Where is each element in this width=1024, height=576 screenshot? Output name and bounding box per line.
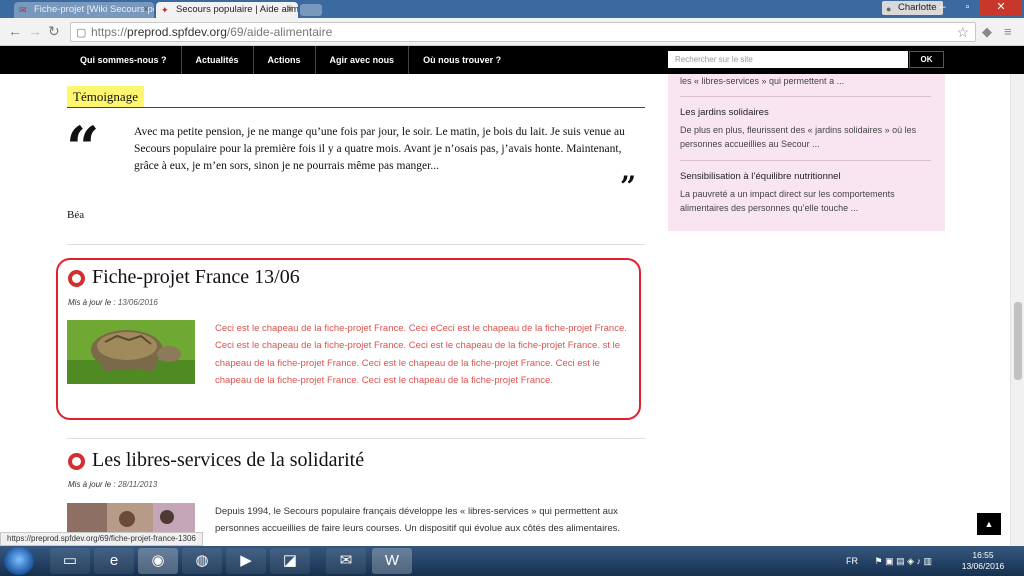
extension-icon[interactable]: ◆ <box>982 24 992 40</box>
tab-aide-alimentaire[interactable]: ✦ Secours populaire | Aide alimentaire × <box>156 2 298 18</box>
menu-item-qui-sommes-nous[interactable]: Qui sommes-nous ? <box>66 46 182 74</box>
tab-fiche-projet[interactable]: ✉ Fiche-projet [Wiki Secours populaire] … <box>14 2 154 18</box>
article-bullet-icon <box>68 453 85 470</box>
sidebar-item-title[interactable]: Les jardins solidaires <box>680 106 931 120</box>
address-bar: ← → ↻ ▢ https://preprod.spfdev.org/69/ai… <box>0 18 1024 46</box>
sidebar-item-nutrition[interactable]: Sensibilisation à l’équilibre nutritionn… <box>680 160 931 215</box>
outlook-icon[interactable]: ✉ <box>326 548 366 574</box>
menu-item-actions[interactable]: Actions <box>254 46 316 74</box>
testimony-divider <box>67 107 645 108</box>
article-date: Mis à jour le : 13/06/2016 <box>68 298 158 307</box>
open-quote-icon: “ <box>66 114 100 182</box>
system-tray: FR ⚑ ▣ ▤ ◈ ♪ ▥ <box>846 546 932 576</box>
main-menu: Qui sommes-nous ? Actualités Actions Agi… <box>66 46 515 74</box>
browser-tabstrip: ✉ Fiche-projet [Wiki Secours populaire] … <box>0 0 1024 18</box>
clock[interactable]: 16:55 13/06/2016 <box>958 550 1008 572</box>
sidebar-previous-desc: les « libres-services » qui permettent a… <box>680 76 845 86</box>
new-tab-button[interactable] <box>300 4 322 16</box>
sidebar-item-jardins[interactable]: Les jardins solidaires De plus en plus, … <box>680 96 931 151</box>
chrome-icon[interactable]: ◉ <box>138 548 178 574</box>
language-indicator[interactable]: FR <box>846 556 858 566</box>
sidebar-item-desc: De plus en plus, fleurissent des « jardi… <box>680 125 917 149</box>
bookmark-star-icon[interactable]: ☆ <box>956 23 969 41</box>
word-icon[interactable]: W <box>372 548 412 574</box>
article-date: Mis à jour le : 28/11/2013 <box>68 480 157 489</box>
date-value: 13/06/2016 <box>117 298 158 307</box>
url-host: preprod.spfdev.org <box>127 25 227 39</box>
reload-icon[interactable]: ↻ <box>48 23 60 40</box>
related-sidebar: les « libres-services » qui permettent a… <box>668 74 945 231</box>
search-ok-button[interactable]: OK <box>909 51 944 68</box>
maximize-icon[interactable]: ▫ <box>955 0 980 16</box>
menu-item-agir-avec-nous[interactable]: Agir avec nous <box>316 46 410 74</box>
clock-time: 16:55 <box>972 550 994 560</box>
article-bullet-icon <box>68 270 85 287</box>
window-controls: – ▫ ✕ <box>930 0 1022 16</box>
date-label: Mis à jour le : <box>68 480 116 489</box>
article-title[interactable]: Les libres-services de la solidarité <box>92 449 364 472</box>
forward-icon[interactable]: → <box>28 23 42 39</box>
windows-taskbar: ▭ e ◉ ◍ ▶ ◪ ✉ W FR ⚑ ▣ ▤ ◈ ♪ ▥ 16:55 13/… <box>0 546 1024 576</box>
firefox-icon[interactable]: ◍ <box>182 548 222 574</box>
date-value: 28/11/2013 <box>117 480 158 489</box>
skype-icon[interactable]: ◪ <box>270 548 310 574</box>
tortoise-thumbnail[interactable] <box>67 320 195 384</box>
media-player-icon[interactable]: ▶ <box>226 548 266 574</box>
url-prefix: https:// <box>91 25 128 39</box>
user-icon: ● <box>886 4 892 14</box>
testimony-author: Béa <box>67 209 85 221</box>
tortoise-image <box>67 320 195 384</box>
article-excerpt: Depuis 1994, le Secours populaire frança… <box>215 506 621 535</box>
sidebar-item-title[interactable]: Sensibilisation à l’équilibre nutritionn… <box>680 170 931 184</box>
divider <box>67 244 645 245</box>
tab-label: Secours populaire | Aide alimentaire <box>176 4 298 15</box>
tab-label: Fiche-projet [Wiki Secours populaire] <box>34 4 154 15</box>
page-scrollbar[interactable] <box>1010 74 1024 546</box>
back-icon[interactable]: ← <box>8 23 22 39</box>
article-excerpt: Ceci est le chapeau de la fiche-projet F… <box>215 323 627 386</box>
url-path: /69/aide-alimentaire <box>226 25 333 39</box>
page-info-icon[interactable]: ▢ <box>76 24 86 42</box>
close-quote-icon: ” <box>620 170 637 203</box>
testimony-label: Témoignage <box>67 86 144 107</box>
site-search-input[interactable] <box>668 51 908 68</box>
explorer-icon[interactable]: ▭ <box>50 548 90 574</box>
menu-item-ou-nous-trouver[interactable]: Où nous trouver ? <box>409 46 515 74</box>
close-window-icon[interactable]: ✕ <box>980 0 1022 16</box>
start-button[interactable] <box>4 547 34 575</box>
clock-date: 13/06/2016 <box>961 561 1005 571</box>
scrollbar-thumb[interactable] <box>1014 302 1022 380</box>
minimize-icon[interactable]: – <box>930 0 955 16</box>
testimony-text: Avec ma petite pension, je ne mange qu’u… <box>134 126 625 172</box>
tray-icons[interactable]: ⚑ ▣ ▤ ◈ ♪ ▥ <box>875 556 933 566</box>
close-tab-icon[interactable]: × <box>143 2 149 18</box>
site-navigation: Qui sommes-nous ? Actualités Actions Agi… <box>0 46 1024 74</box>
menu-item-actualites[interactable]: Actualités <box>182 46 254 74</box>
divider <box>67 438 645 439</box>
wiki-favicon-icon: ✉ <box>19 5 27 15</box>
ie-icon[interactable]: e <box>94 548 134 574</box>
spf-favicon-icon: ✦ <box>161 5 169 15</box>
menu-icon[interactable]: ≡ <box>1004 24 1012 39</box>
article-title[interactable]: Fiche-projet France 13/06 <box>92 266 300 289</box>
sidebar-item-desc: La pauvreté a un impact direct sur les c… <box>680 189 895 213</box>
back-to-top-button[interactable]: ▲ <box>977 513 1001 535</box>
url-field[interactable]: ▢ https://preprod.spfdev.org/69/aide-ali… <box>70 22 976 42</box>
link-status-bar: https://preprod.spfdev.org/69/fiche-proj… <box>0 532 203 546</box>
close-tab-icon[interactable]: × <box>287 2 293 18</box>
date-label: Mis à jour le : <box>68 298 116 307</box>
